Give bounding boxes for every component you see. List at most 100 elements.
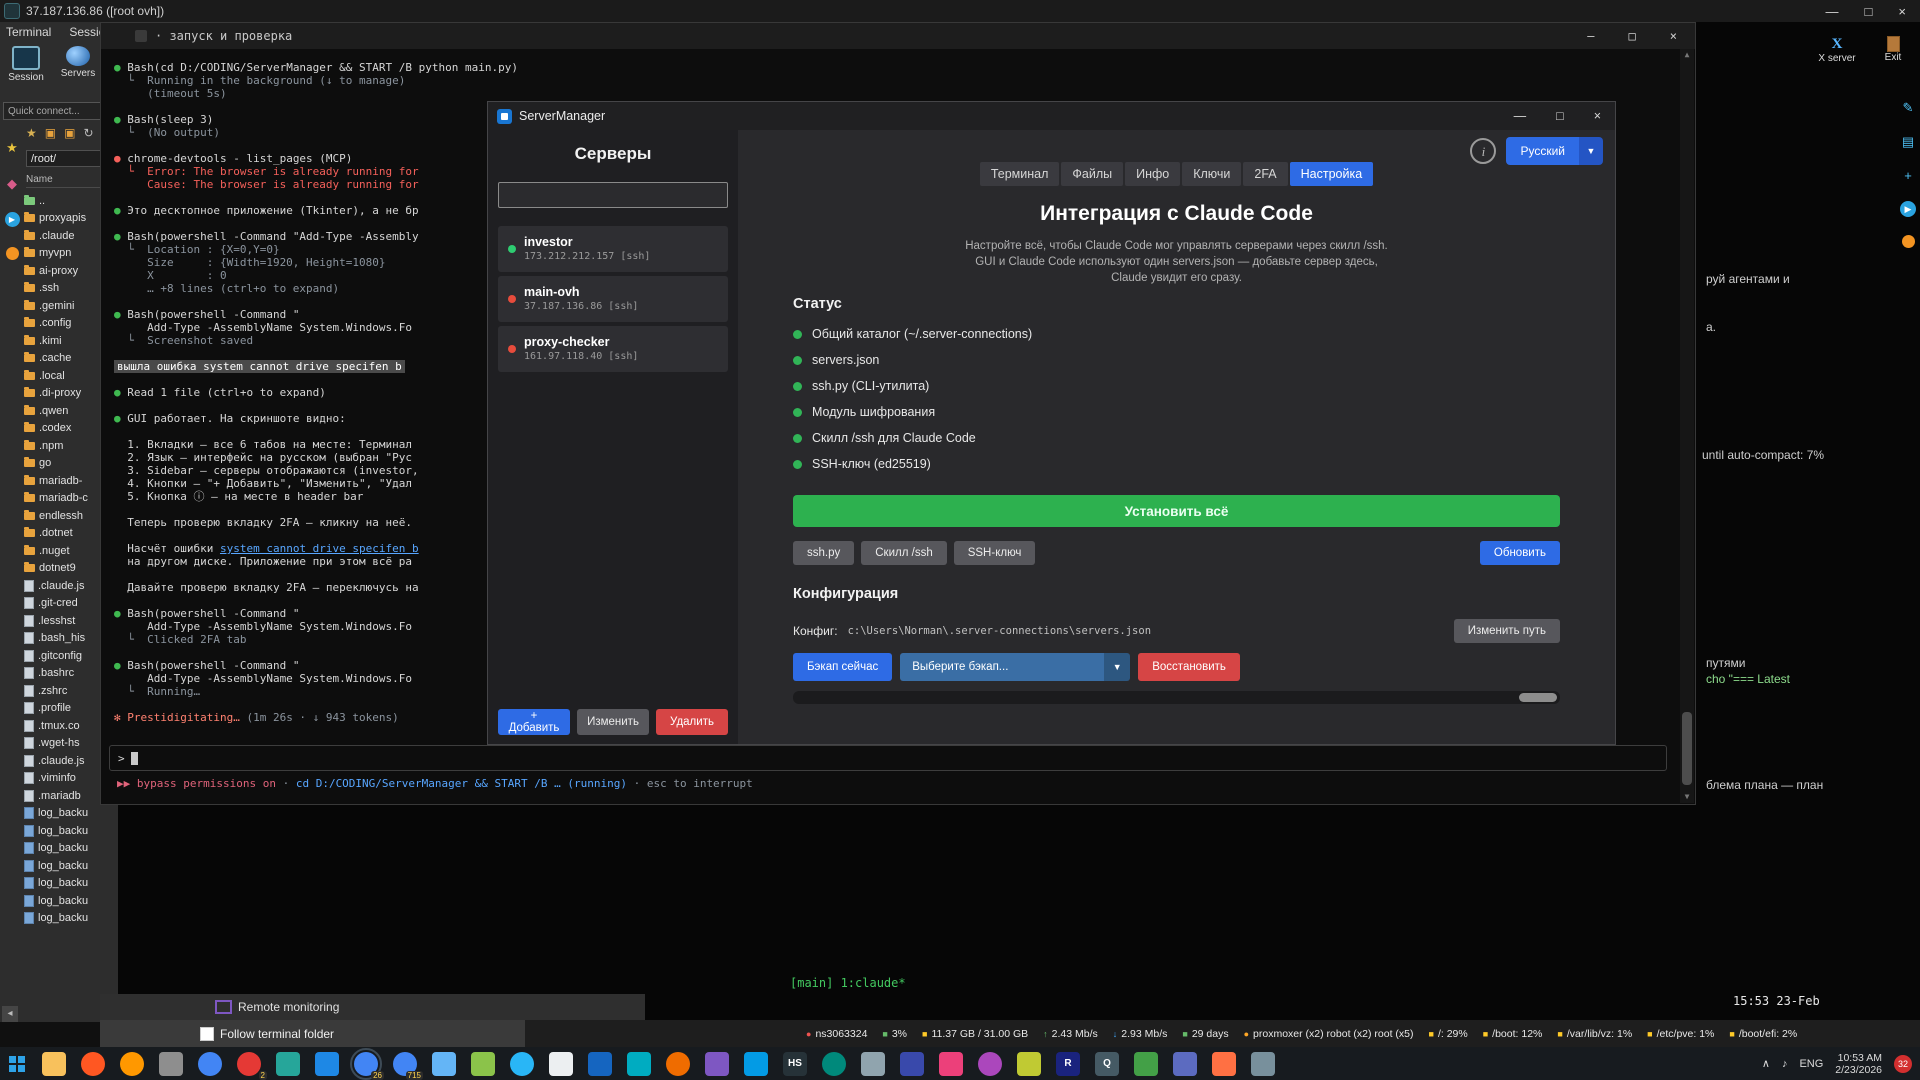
tree-item[interactable]: log_backu	[24, 840, 118, 858]
scrollbar-thumb[interactable]	[1682, 712, 1692, 785]
taskbar-app-23[interactable]	[900, 1051, 924, 1076]
taskbar-app-27[interactable]: R	[1056, 1051, 1080, 1076]
terminal-minimize-icon[interactable]: —	[1587, 29, 1594, 43]
tab-файлы[interactable]: Файлы	[1061, 162, 1124, 186]
taskbar-app-4[interactable]	[159, 1051, 183, 1076]
pinned-circle-icon[interactable]	[5, 247, 19, 260]
taskbar-app-25[interactable]	[978, 1051, 1002, 1076]
tree-item[interactable]: log_backu	[24, 822, 118, 840]
taskbar-app-3[interactable]	[120, 1051, 144, 1076]
plus-icon[interactable]: +	[1904, 168, 1912, 183]
tray-expand-icon[interactable]: ∧	[1762, 1057, 1770, 1070]
start-button[interactable]	[0, 1047, 34, 1080]
language-dropdown[interactable]: Русский ▼	[1506, 137, 1603, 165]
send-icon[interactable]: ▶	[1900, 201, 1916, 217]
backup-now-button[interactable]: Бэкап сейчас	[793, 653, 893, 681]
remote-monitoring-label[interactable]: Remote monitoring	[238, 1000, 339, 1014]
session-button[interactable]: Session	[4, 46, 48, 83]
tree-item[interactable]: log_backu	[24, 857, 118, 875]
pinned-star-icon[interactable]: ★	[6, 140, 18, 156]
taskbar-app-30[interactable]	[1173, 1051, 1197, 1076]
taskbar-app-11[interactable]	[432, 1051, 456, 1076]
menu-terminal[interactable]: Terminal	[6, 25, 51, 39]
refresh-button[interactable]: Обновить	[1479, 541, 1560, 565]
notification-badge[interactable]: 32	[1894, 1054, 1912, 1073]
taskbar-app-16[interactable]	[627, 1051, 651, 1076]
edit-server-button[interactable]: Изменить	[577, 709, 649, 735]
terminal-scrollbar[interactable]: ▲ ▼	[1680, 49, 1694, 803]
folder-icon[interactable]: ▣	[45, 126, 56, 140]
taskbar-app-17[interactable]	[666, 1051, 690, 1076]
terminal-input[interactable]: >	[109, 745, 1667, 771]
server-search-input[interactable]	[498, 182, 728, 208]
tab-ключи[interactable]: Ключи	[1182, 162, 1242, 186]
server-list-item[interactable]: main-ovh 37.187.136.86 [ssh]	[498, 276, 728, 322]
tab-2fa[interactable]: 2FA	[1243, 162, 1288, 186]
restore-button[interactable]: Восстановить	[1138, 653, 1240, 681]
language-indicator[interactable]: ENG	[1799, 1058, 1823, 1070]
window-minimize-icon[interactable]: —	[1826, 4, 1839, 19]
taskbar-app-26[interactable]	[1017, 1051, 1041, 1076]
taskbar-app-15[interactable]	[588, 1051, 612, 1076]
taskbar-app-13[interactable]	[510, 1051, 534, 1076]
window-close-icon[interactable]: ×	[1898, 4, 1906, 19]
install-all-button[interactable]: Установить всё	[793, 495, 1560, 527]
taskbar-app-18[interactable]	[705, 1051, 729, 1076]
delete-server-button[interactable]: Удалить	[656, 709, 728, 735]
x-server-button[interactable]: X X server	[1812, 36, 1862, 64]
tab-инфо[interactable]: Инфо	[1125, 162, 1181, 186]
taskbar-app-21[interactable]	[822, 1051, 846, 1076]
terminal-close-icon[interactable]: ×	[1670, 29, 1677, 43]
server-list-item[interactable]: investor 173.212.212.157 [ssh]	[498, 226, 728, 272]
taskbar-app-14[interactable]	[549, 1051, 573, 1076]
quick-connect-input[interactable]: Quick connect...	[3, 102, 111, 120]
taskbar-app-20[interactable]: HS	[783, 1051, 807, 1076]
terminal-titlebar[interactable]: · запуск и проверка — □ ×	[101, 23, 1695, 49]
volume-icon[interactable]: ♪	[1782, 1058, 1788, 1070]
taskbar-app-8[interactable]	[315, 1051, 339, 1076]
taskbar-app-29[interactable]	[1134, 1051, 1158, 1076]
taskbar-app-7[interactable]	[276, 1051, 300, 1076]
tree-item[interactable]: log_backu	[24, 875, 118, 893]
sm-close-icon[interactable]: ×	[1594, 109, 1601, 123]
taskbar-app-22[interactable]	[861, 1051, 885, 1076]
tree-item[interactable]: log_backu	[24, 892, 118, 910]
component-button[interactable]: ssh.py	[793, 541, 855, 565]
scroll-down-icon[interactable]: ▼	[1680, 791, 1694, 803]
server-list-item[interactable]: proxy-checker 161.97.118.40 [ssh]	[498, 326, 728, 372]
taskbar-app-32[interactable]	[1251, 1051, 1275, 1076]
favorites-star-icon[interactable]: ★	[26, 126, 37, 140]
refresh-icon[interactable]: ↻	[83, 126, 93, 140]
horizontal-scrollbar[interactable]	[793, 691, 1560, 704]
taskbar-app-31[interactable]	[1212, 1051, 1236, 1076]
change-path-button[interactable]: Изменить путь	[1453, 619, 1560, 643]
taskbar-app-24[interactable]	[939, 1051, 963, 1076]
panel-icon[interactable]: ▤	[1902, 134, 1914, 150]
tree-item[interactable]: log_backu	[24, 805, 118, 823]
pinned-app-icon[interactable]: ◆	[7, 176, 17, 192]
info-icon[interactable]: i	[1470, 138, 1497, 164]
taskbar-app-12[interactable]	[471, 1051, 495, 1076]
window-maximize-icon[interactable]: □	[1865, 4, 1873, 19]
tree-item[interactable]: log_backu	[24, 910, 118, 928]
backup-select[interactable]: Выберите бэкап... ▼	[900, 653, 1131, 681]
hscrollbar-thumb[interactable]	[1519, 693, 1557, 702]
servermanager-titlebar[interactable]: ServerManager — □ ×	[488, 102, 1615, 130]
taskbar-app-9[interactable]: 26	[350, 1047, 384, 1080]
taskbar-app-10[interactable]: 715	[393, 1051, 423, 1080]
taskbar-clock[interactable]: 10:53 AM 2/23/2026	[1835, 1052, 1882, 1076]
exit-button[interactable]: Exit	[1868, 36, 1918, 63]
taskbar-app-5[interactable]	[198, 1051, 222, 1076]
checkbox-icon[interactable]	[200, 1026, 214, 1041]
tab-настройка[interactable]: Настройка	[1289, 162, 1374, 186]
taskbar-app-28[interactable]: Q	[1095, 1051, 1119, 1076]
telegram-icon[interactable]: ▶	[4, 212, 20, 227]
servers-button[interactable]: Servers	[56, 46, 100, 79]
tab-терминал[interactable]: Терминал	[979, 162, 1060, 186]
scroll-left-button[interactable]: ◂	[2, 1006, 18, 1022]
sm-minimize-icon[interactable]: —	[1514, 109, 1527, 123]
terminal-maximize-icon[interactable]: □	[1629, 29, 1636, 43]
add-server-button[interactable]: + Добавить	[498, 709, 570, 735]
taskbar-app-1[interactable]	[42, 1051, 66, 1076]
folder-icon[interactable]: ▣	[64, 126, 75, 140]
